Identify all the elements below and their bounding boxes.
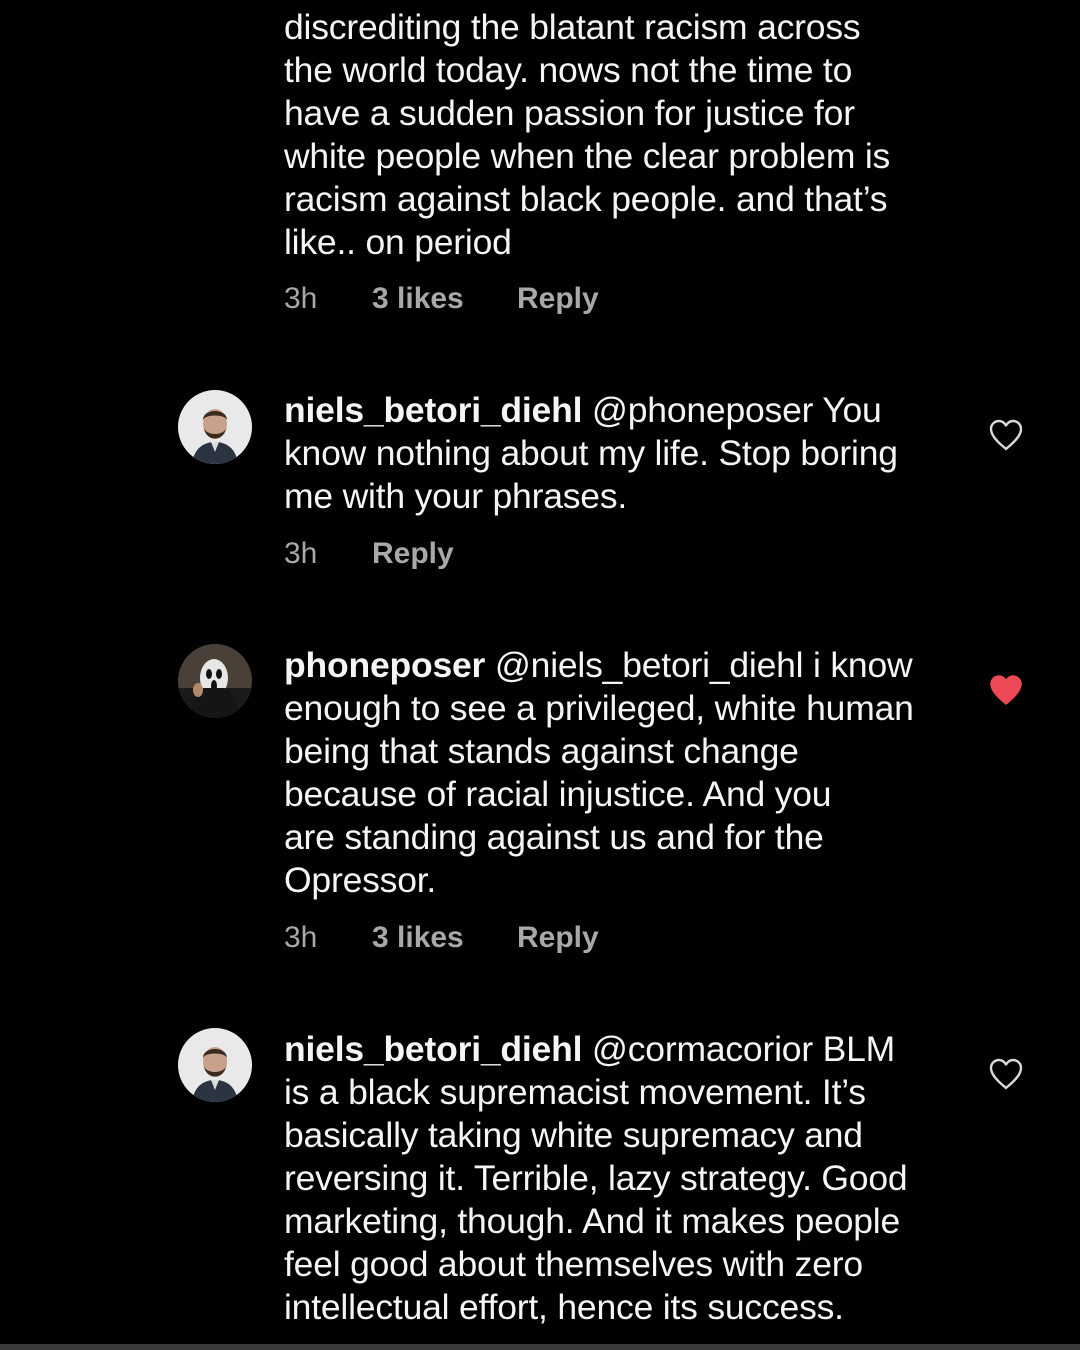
comment-line: because of racial injustice. And you <box>284 774 832 814</box>
avatar-image <box>178 1028 252 1102</box>
comment-line: discrediting the blatant racism across <box>284 7 861 47</box>
reply-button[interactable]: Reply <box>517 920 599 956</box>
comment-line: like.. on period <box>284 222 512 262</box>
comment-line: enough to see a privileged, white human <box>284 688 914 728</box>
comment-likes[interactable]: 3 likes <box>372 281 517 317</box>
comment-line: have a sudden passion for justice for <box>284 93 855 133</box>
heart-filled-icon[interactable] <box>988 673 1024 707</box>
comment-line: know nothing about my life. Stop boring <box>284 433 898 473</box>
comment-meta: 3h 3 likes Reply <box>284 920 599 956</box>
comment-username[interactable]: phoneposer <box>284 645 485 685</box>
comment-time: 3h <box>284 282 318 315</box>
comment-likes[interactable]: 3 likes <box>372 920 517 956</box>
comment-line: is a black supremacist movement. It’s <box>284 1072 866 1112</box>
reply-button[interactable]: Reply <box>372 536 454 572</box>
comment-username[interactable]: niels_betori_diehl <box>284 390 582 430</box>
comment-line: are standing against us and for the <box>284 817 824 857</box>
comment-first-line: niels_betori_diehl @cormacorior BLM <box>284 1028 954 1071</box>
comment-text: phoneposer @niels_betori_diehl i know en… <box>284 644 954 902</box>
avatar[interactable] <box>178 1028 252 1102</box>
comment-line: me with your phrases. <box>284 476 628 516</box>
comment-line: basically taking white supremacy and <box>284 1115 863 1155</box>
avatar-image <box>178 390 252 464</box>
comment-line: intellectual effort, hence its success. <box>284 1287 844 1327</box>
comment-text: discrediting the blatant racism across t… <box>284 6 954 264</box>
comment-line: the world today. nows not the time to <box>284 50 853 90</box>
comment-line: marketing, though. And it makes people <box>284 1201 901 1241</box>
comment-line: being that stands against change <box>284 731 799 771</box>
comment-line: racism against black people. and that’s <box>284 179 888 219</box>
comment-time: 3h <box>284 921 318 954</box>
avatar[interactable] <box>178 390 252 464</box>
comment-line: Opressor. <box>284 860 437 900</box>
heart-icon[interactable] <box>988 418 1024 452</box>
reply-button[interactable]: Reply <box>517 281 599 317</box>
heart-icon[interactable] <box>988 1057 1024 1091</box>
bottom-divider <box>0 1344 1080 1350</box>
comment-text: niels_betori_diehl @cormacorior BLM is a… <box>284 1028 954 1329</box>
comment-meta: 3h Reply <box>284 536 454 572</box>
avatar[interactable] <box>178 644 252 718</box>
comment-time: 3h <box>284 537 318 570</box>
comment-line: @cormacorior BLM <box>582 1029 896 1069</box>
comment-line: white people when the clear problem is <box>284 136 891 176</box>
comment-text: niels_betori_diehl @phoneposer You know … <box>284 389 954 518</box>
comment-line: @phoneposer You <box>582 390 882 430</box>
comment-line: feel good about themselves with zero <box>284 1244 863 1284</box>
comment-first-line: phoneposer @niels_betori_diehl i know <box>284 644 954 687</box>
comment-line: reversing it. Terrible, lazy strategy. G… <box>284 1158 908 1198</box>
comment-username[interactable]: niels_betori_diehl <box>284 1029 582 1069</box>
comment-line: @niels_betori_diehl i know <box>485 645 913 685</box>
comment-meta: 3h 3 likes Reply <box>284 281 599 317</box>
avatar-image <box>178 644 252 718</box>
comment-thread: discrediting the blatant racism across t… <box>0 0 1080 1350</box>
comment-first-line: niels_betori_diehl @phoneposer You <box>284 389 954 432</box>
